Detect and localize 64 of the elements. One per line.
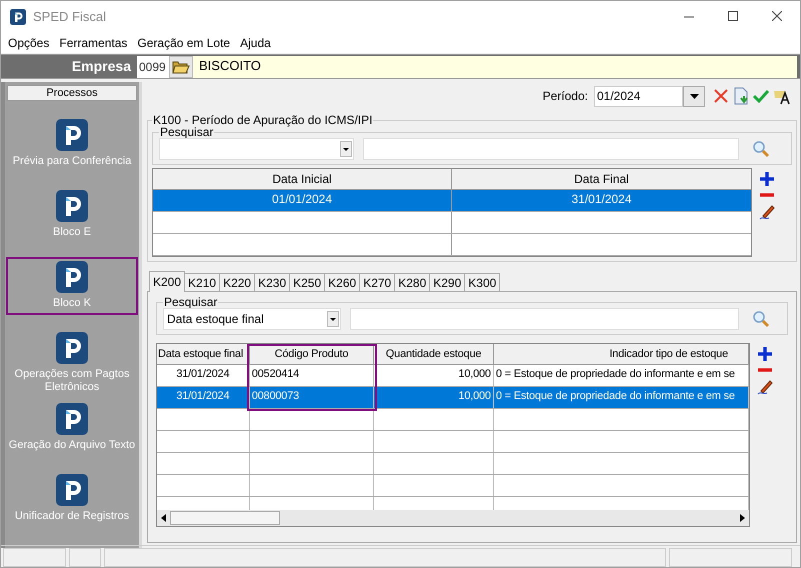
scrollbar-thumb[interactable]	[170, 511, 280, 525]
search-combo[interactable]: Data estoque final	[163, 308, 341, 330]
search-group-label: Pesquisar	[159, 126, 214, 138]
dropdown-button[interactable]	[683, 86, 705, 106]
period-label: Período:	[542, 88, 588, 105]
horizontal-scrollbar[interactable]	[157, 510, 749, 526]
scroll-right-icon[interactable]	[740, 514, 745, 522]
column-header[interactable]: Quantidade estoque	[374, 344, 494, 364]
app-logo-icon	[56, 332, 88, 364]
menu-item[interactable]: Ferramentas	[59, 34, 128, 52]
tab[interactable]: K280	[395, 273, 430, 291]
caret-icon	[690, 94, 698, 98]
document-download-icon[interactable]	[733, 87, 749, 105]
period-field[interactable]: 01/2024	[594, 86, 683, 106]
caret-icon	[343, 148, 349, 150]
table-row[interactable]: 31/01/2024 00800073 10,000 0 = Estoque de propriedade do informante e em se	[157, 387, 749, 409]
app-logo-icon	[10, 8, 26, 24]
column-header[interactable]: Código Produto	[250, 344, 374, 364]
window-title: SPED Fiscal	[33, 8, 106, 26]
column-header[interactable]: Data estoque final	[157, 344, 250, 364]
tab[interactable]: K230	[255, 273, 290, 291]
tab[interactable]: K250	[290, 273, 326, 291]
sidebar-header: Processos	[7, 85, 137, 101]
search-group-label: Pesquisar	[163, 296, 218, 308]
company-name-field[interactable]: BISCOITO	[193, 56, 797, 78]
group-title: K100 - Período de Apuração do ICMS/IPI	[152, 114, 374, 126]
table-row[interactable]: 31/01/2024 00520414 10,000 0 = Estoque de propriedade do informante e em se	[157, 365, 749, 387]
app-logo-icon	[56, 119, 88, 151]
tab[interactable]: K200	[149, 271, 186, 292]
menu-item[interactable]: Geração em Lote	[137, 34, 230, 52]
caret-icon	[330, 318, 336, 320]
tab[interactable]: K210	[185, 273, 220, 291]
remove-icon[interactable]	[759, 192, 775, 198]
close-icon[interactable]	[772, 11, 782, 21]
tab[interactable]: K220	[220, 273, 256, 291]
remove-icon[interactable]	[757, 367, 773, 373]
tab[interactable]: K270	[360, 273, 396, 291]
app-logo-icon	[56, 190, 88, 222]
menu-item[interactable]: Ajuda	[240, 34, 271, 52]
folder-icon	[172, 60, 190, 74]
company-label: Empresa	[70, 57, 132, 76]
column-header[interactable]: Data Inicial	[153, 169, 452, 189]
table-row[interactable]: 01/01/2024 31/01/2024	[153, 190, 751, 212]
cancel-icon[interactable]	[713, 88, 729, 104]
app-logo-icon	[56, 474, 88, 506]
tab[interactable]: K290	[430, 273, 466, 291]
menu-item[interactable]: Opções	[8, 34, 50, 52]
search-field[interactable]	[350, 308, 739, 330]
tab[interactable]: K300	[465, 273, 500, 291]
company-code-field[interactable]: 0099	[137, 56, 169, 78]
app-logo-icon	[56, 261, 88, 293]
column-header[interactable]: Data Final	[452, 169, 751, 189]
tab[interactable]: K260	[325, 273, 360, 291]
confirm-icon[interactable]	[753, 89, 769, 103]
open-folder-button[interactable]	[169, 56, 193, 78]
scroll-left-icon[interactable]	[161, 514, 166, 522]
add-icon[interactable]	[759, 171, 775, 187]
edit-icon[interactable]	[756, 378, 774, 396]
column-header[interactable]: Indicador tipo de estoque	[494, 344, 749, 364]
maximize-icon[interactable]	[728, 11, 738, 21]
add-icon[interactable]	[757, 346, 773, 362]
app-logo-icon	[56, 403, 88, 435]
edit-icon[interactable]	[758, 203, 776, 221]
search-field[interactable]	[363, 138, 739, 160]
